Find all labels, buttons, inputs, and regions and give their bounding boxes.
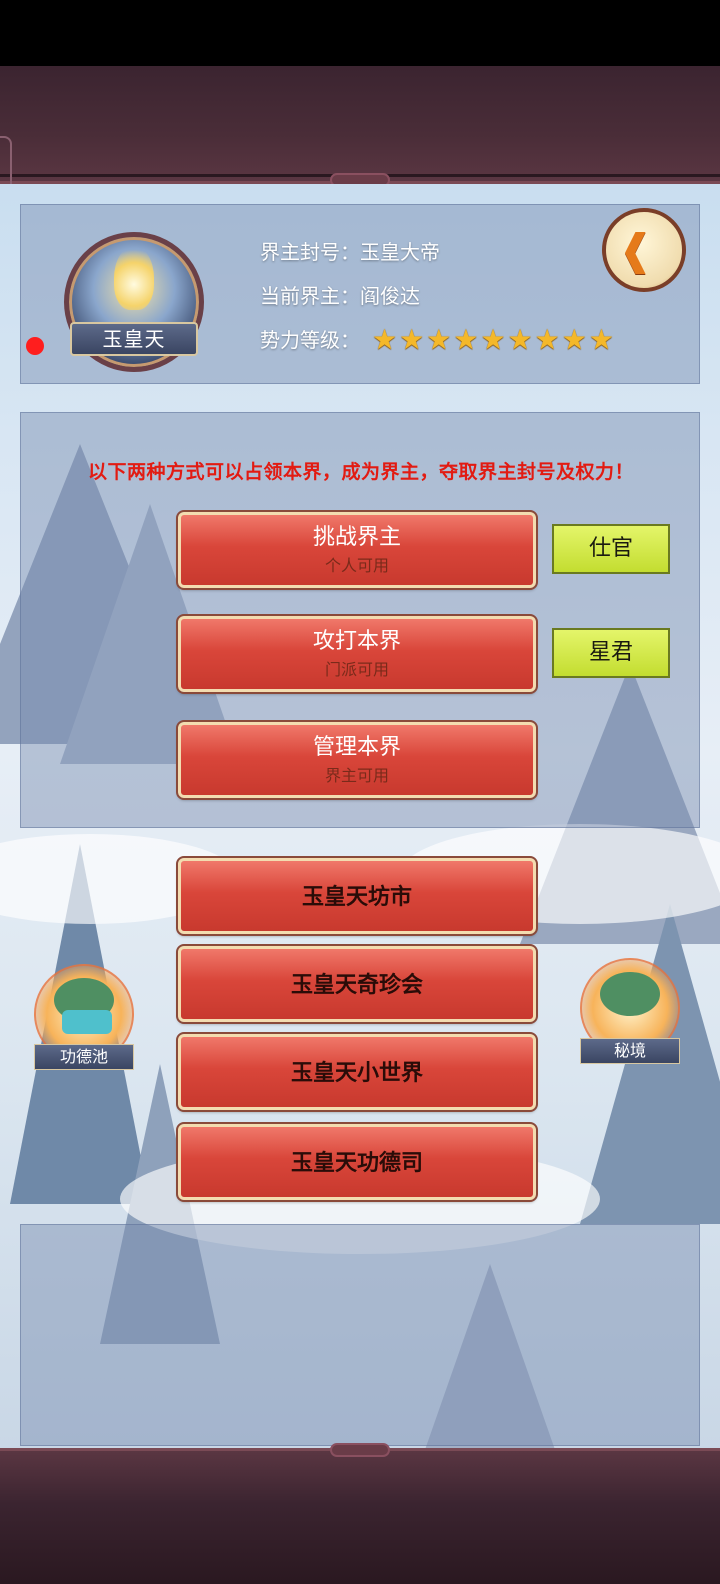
button-title: 挑战界主 — [312, 525, 401, 550]
manage-realm-button[interactable]: 管理本界 界主可用 — [176, 720, 538, 800]
button-title: 攻打本界 — [312, 629, 401, 654]
secret-realm-label: 秘境 — [580, 1038, 680, 1064]
flame-icon — [114, 246, 154, 310]
star-icon: ★ — [534, 323, 560, 356]
bottom-frame — [0, 1443, 720, 1584]
button-title: 管理本界 — [312, 735, 401, 760]
game-scene: 玉皇天 界主封号：玉皇大帝 当前界主：阎俊达 势力等级： ★ ★ ★ ★ ★ ★ ★ ★ ★ 以… — [0, 184, 720, 1448]
star-icon: ★ — [372, 323, 398, 356]
bottom-frame-ornament — [330, 1443, 390, 1457]
pool-icon — [62, 1010, 112, 1034]
back-arrow-icon: ❰ — [618, 225, 654, 274]
small-world-button[interactable]: 玉皇天小世界 — [176, 1032, 538, 1112]
lord-label: 当前界主： — [260, 284, 360, 308]
title-row: 界主封号：玉皇大帝 — [260, 238, 440, 266]
star-icon: ★ — [507, 323, 533, 356]
attack-realm-button[interactable]: 攻打本界 门派可用 — [176, 614, 538, 694]
realm-market-button[interactable]: 玉皇天坊市 — [176, 856, 538, 936]
realm-emblem: 玉皇天 — [64, 232, 204, 372]
lord-row: 当前界主：阎俊达 — [260, 282, 420, 310]
button-subtitle: 门派可用 — [324, 660, 389, 679]
merit-pool-entry[interactable]: 功德池 — [24, 964, 144, 1074]
rank-tag-xingjun[interactable]: 星君 — [552, 628, 670, 678]
rank-tag-shiguan[interactable]: 仕官 — [552, 524, 670, 574]
floating-island-icon — [600, 972, 660, 1016]
back-button[interactable]: ❰ — [602, 208, 686, 292]
button-subtitle: 界主可用 — [324, 766, 389, 785]
occupy-notice: 以下两种方式可以占领本界，成为界主，夺取界主封号及权力！ — [87, 461, 634, 483]
title-label: 界主封号： — [260, 240, 360, 264]
star-icon: ★ — [480, 323, 506, 356]
button-label: 玉皇天小世界 — [290, 1061, 423, 1086]
star-icon: ★ — [588, 323, 614, 356]
star-icon: ★ — [426, 323, 452, 356]
challenge-lord-button[interactable]: 挑战界主 个人可用 — [176, 510, 538, 590]
star-icon: ★ — [561, 323, 587, 356]
power-stars: ★ ★ ★ ★ ★ ★ ★ ★ ★ — [372, 326, 614, 354]
treasure-fair-button[interactable]: 玉皇天奇珍会 — [176, 944, 538, 1024]
title-value: 玉皇大帝 — [360, 240, 440, 264]
bottom-panel — [20, 1224, 700, 1446]
notification-dot — [26, 337, 44, 355]
realm-name-plaque: 玉皇天 — [70, 322, 198, 356]
merit-office-button[interactable]: 玉皇天功德司 — [176, 1122, 538, 1202]
secret-realm-entry[interactable]: 秘境 — [570, 958, 690, 1068]
top-frame — [0, 66, 720, 236]
button-subtitle: 个人可用 — [324, 556, 389, 575]
button-label: 玉皇天奇珍会 — [290, 973, 423, 998]
power-row: 势力等级： ★ ★ ★ ★ ★ ★ ★ ★ ★ — [260, 326, 614, 354]
lord-value: 阎俊达 — [360, 284, 420, 308]
button-label: 玉皇天坊市 — [301, 885, 412, 910]
button-label: 玉皇天功德司 — [290, 1151, 423, 1176]
star-icon: ★ — [453, 323, 479, 356]
merit-pool-label: 功德池 — [34, 1044, 134, 1070]
power-label: 势力等级： — [260, 328, 360, 352]
status-bar — [0, 0, 720, 66]
star-icon: ★ — [399, 323, 425, 356]
